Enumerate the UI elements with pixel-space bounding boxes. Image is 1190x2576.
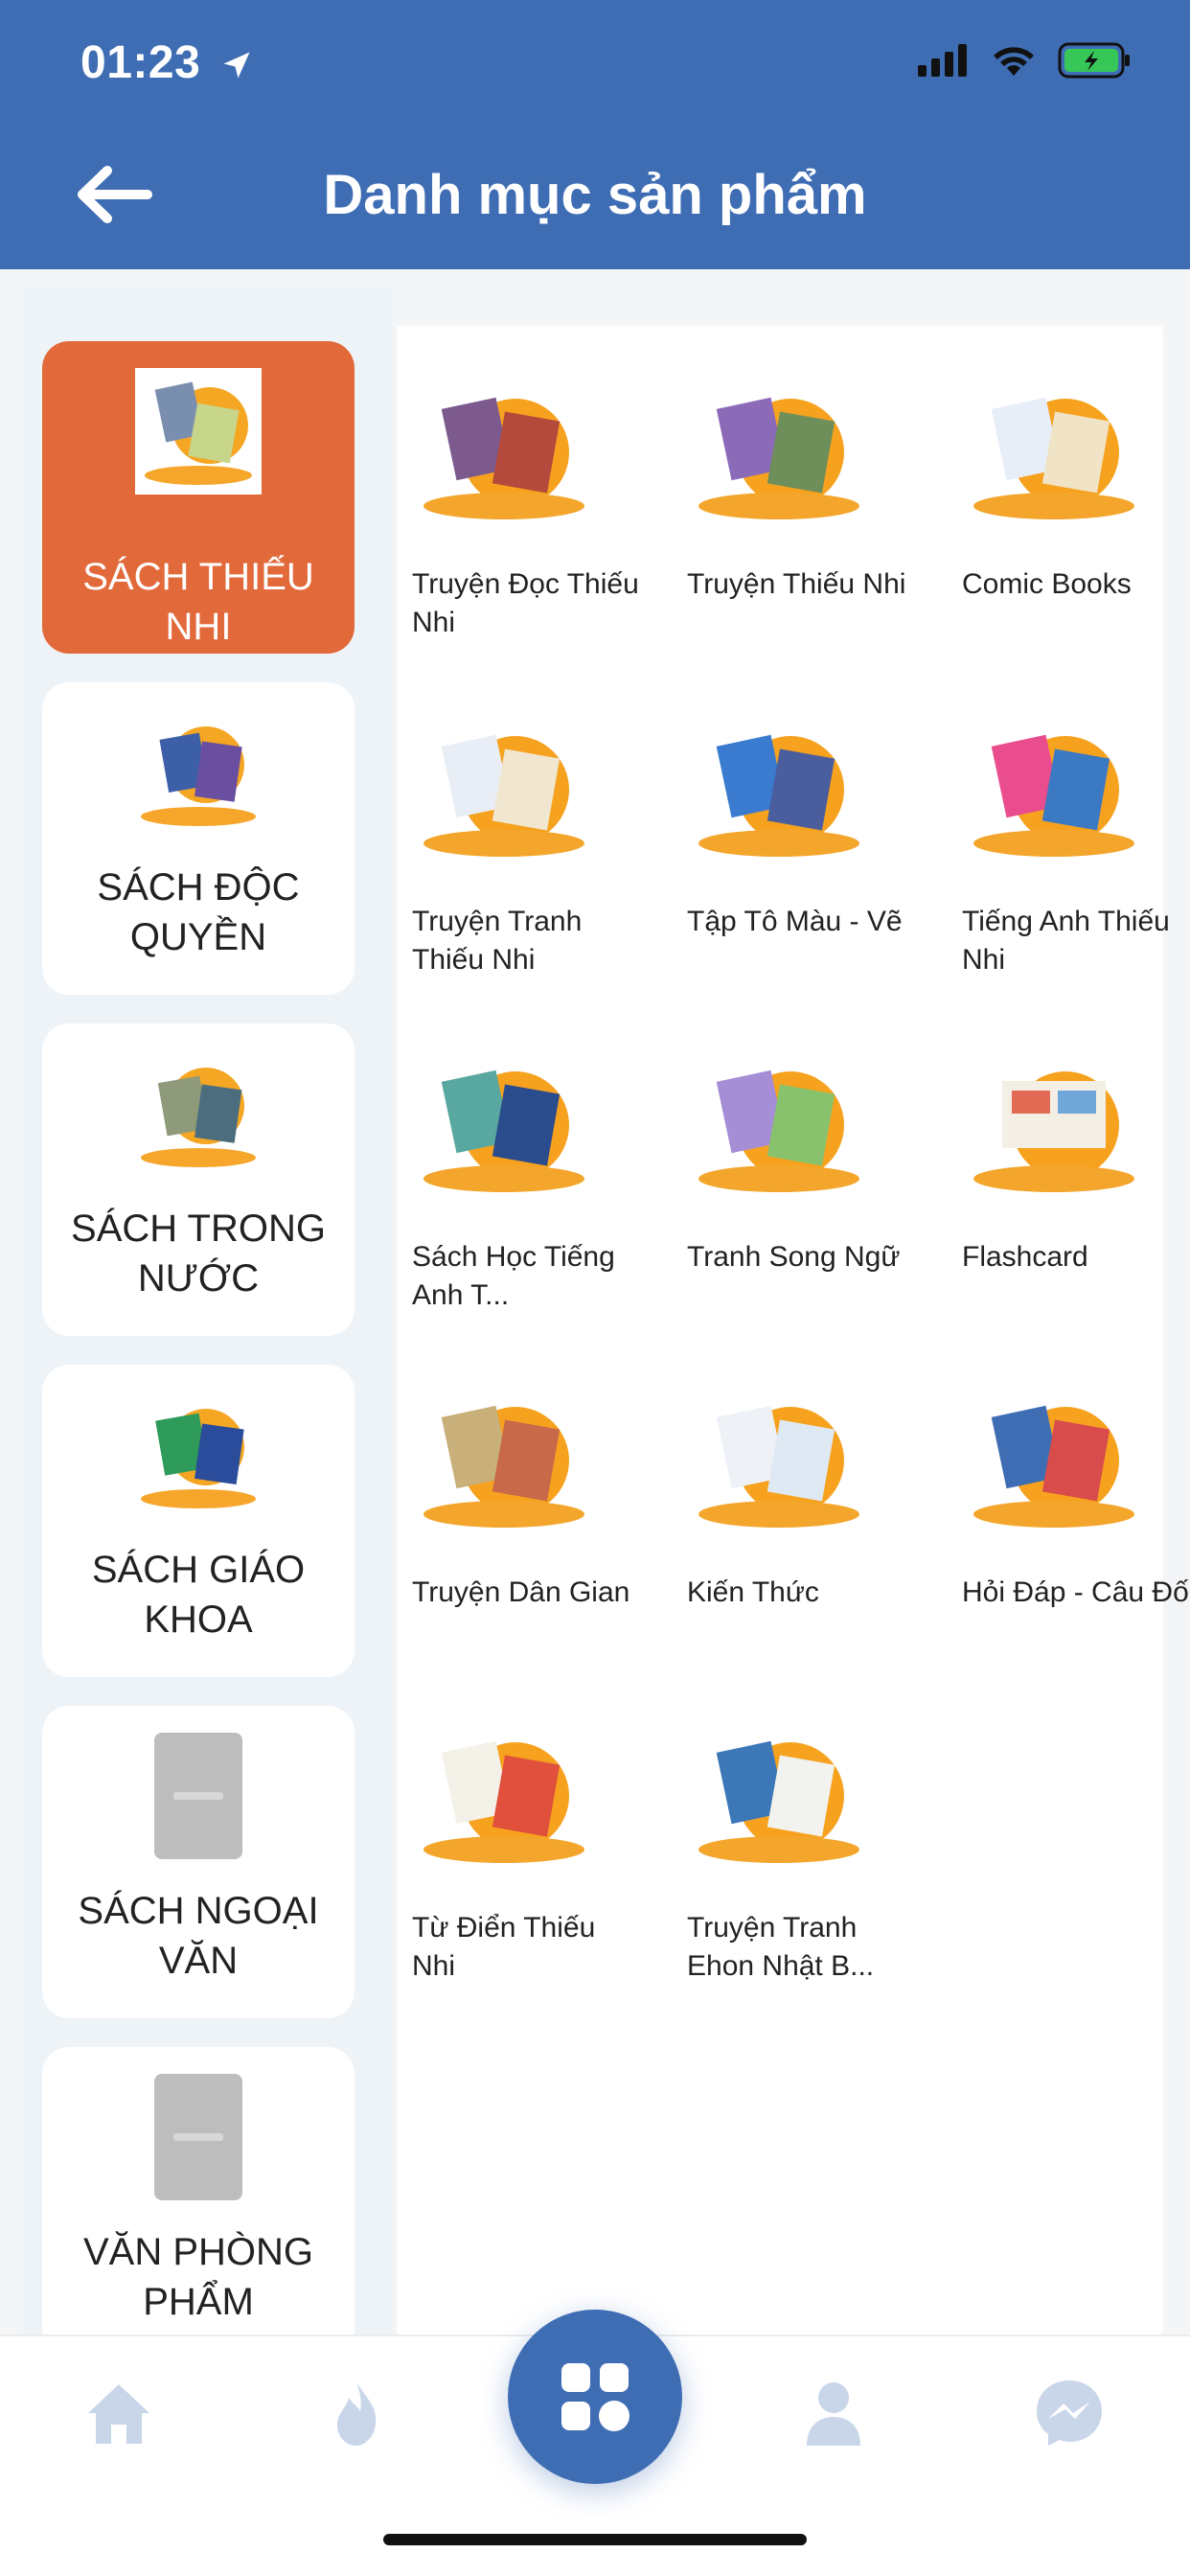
sidebar-item-sach-thieu-nhi[interactable]: SÁCH THIẾU NHI: [42, 341, 355, 654]
grid-item[interactable]: Truyện Tranh Thiếu Nhi: [397, 663, 636, 976]
subcategory-thumbnail: [423, 1070, 584, 1192]
grid-item-label: Comic Books: [962, 568, 1132, 600]
sidebar-item-label: SÁCH ĐỘC QUYỀN: [97, 866, 300, 958]
grid-item-label: Tiếng Anh Thiếu Nhi: [962, 906, 1170, 976]
categories-button[interactable]: [508, 2310, 682, 2484]
sidebar-item-sach-giao-khoa[interactable]: SÁCH GIÁO KHOA: [42, 1365, 355, 1677]
grid-item-label: Truyện Đọc Thiếu Nhi: [412, 568, 639, 638]
wifi-icon: [994, 47, 1034, 76]
grid-item[interactable]: Flashcard: [947, 999, 1186, 1305]
grid-item[interactable]: Tập Tô Màu - Vẽ: [672, 663, 911, 970]
sidebar-item-label: SÁCH GIÁO KHOA: [91, 1549, 306, 1641]
subcategory-thumbnail: [698, 1405, 859, 1528]
grid-item-label: Truyện Thiếu Nhi: [687, 568, 906, 600]
subcategory-grid: Truyện Đọc Thiếu Nhi Truyện Thiếu Nhi Co…: [397, 326, 1189, 2334]
grid-item-label: Hỏi Đáp - Câu Đố: [962, 1576, 1189, 1608]
category-sidebar[interactable]: SÁCH THIẾU NHI SÁCH ĐỘC QUYỀN SÁCH TRONG…: [23, 288, 393, 2334]
grid-item[interactable]: Truyện Đọc Thiếu Nhi: [397, 326, 639, 638]
grid-item[interactable]: Tiếng Anh Thiếu Nhi: [947, 663, 1186, 976]
category-thumbnail: [141, 1409, 256, 1508]
placeholder-image-icon: [154, 2074, 242, 2200]
home-icon: [88, 2384, 149, 2444]
grid-item-label: Sách Học Tiếng Anh T...: [412, 1241, 615, 1311]
grid-item-label: Truyện Tranh Thiếu Nhi: [412, 906, 583, 976]
location-arrow-icon: [223, 52, 250, 79]
subcategory-thumbnail: [698, 1070, 859, 1192]
nav-hot[interactable]: [318, 2375, 395, 2451]
sidebar-item-label: SÁCH NGOẠI VĂN: [78, 1890, 319, 1982]
page-title: Danh mục sản phẩm: [323, 164, 867, 226]
grid-item-label: Truyện Tranh Ehon Nhật B...: [687, 1912, 875, 1982]
app-header: 01:23 Danh mục sản phẩm: [0, 0, 1190, 269]
sidebar-item-sach-ngoai-van[interactable]: SÁCH NGOẠI VĂN: [42, 1706, 355, 2018]
subcategory-thumbnail: [423, 397, 584, 519]
grid-item[interactable]: Tranh Song Ngữ: [672, 999, 911, 1305]
subcategory-thumbnail: [698, 1740, 859, 1863]
signal-icon: [918, 44, 967, 77]
grid-icon: [561, 2363, 629, 2431]
subcategory-thumbnail: [698, 397, 859, 519]
fire-icon: [337, 2382, 377, 2446]
nav-home[interactable]: [80, 2375, 157, 2451]
sidebar-item-sach-doc-quyen[interactable]: SÁCH ĐỘC QUYỀN: [42, 682, 355, 995]
subcategory-thumbnail: [423, 1405, 584, 1528]
status-icons: [918, 42, 1133, 79]
grid-item-label: Tập Tô Màu - Vẽ: [687, 906, 903, 937]
grid-item[interactable]: Truyện Tranh Ehon Nhật B...: [672, 1669, 911, 1982]
sidebar-item-label: VĂN PHÒNG PHẨM: [82, 2231, 314, 2323]
grid-item[interactable]: Từ Điển Thiếu Nhi: [397, 1669, 636, 1982]
grid-item[interactable]: Truyện Thiếu Nhi: [672, 326, 911, 632]
user-icon: [807, 2382, 860, 2446]
grid-item[interactable]: Sách Học Tiếng Anh T...: [397, 999, 636, 1311]
category-thumbnail: [135, 368, 262, 494]
grid-item[interactable]: Hỏi Đáp - Câu Đố: [947, 1334, 1189, 1641]
grid-item-label: Từ Điển Thiếu Nhi: [412, 1912, 596, 1982]
grid-item-label: Tranh Song Ngữ: [687, 1241, 901, 1273]
messenger-icon: [1037, 2380, 1102, 2446]
home-indicator: [383, 2534, 807, 2545]
nav-messenger[interactable]: [1031, 2375, 1108, 2451]
subcategory-thumbnail: [973, 1405, 1134, 1528]
category-thumbnail: [141, 726, 256, 826]
subcategory-thumbnail: [423, 1740, 584, 1863]
sidebar-item-label: SÁCH TRONG NƯỚC: [71, 1208, 326, 1300]
subcategory-thumbnail: [698, 734, 859, 857]
grid-item-label: Flashcard: [962, 1241, 1088, 1273]
grid-item[interactable]: Comic Books: [947, 326, 1186, 632]
category-thumbnail: [141, 1068, 256, 1167]
battery-icon: [1058, 42, 1130, 79]
grid-item-label: Truyện Dân Gian: [412, 1576, 630, 1608]
nav-account[interactable]: [795, 2375, 872, 2451]
placeholder-image-icon: [154, 1733, 242, 1859]
sidebar-item-sach-trong-nuoc[interactable]: SÁCH TRONG NƯỚC: [42, 1024, 355, 1336]
status-time-text: 01:23: [80, 37, 201, 88]
sidebar-item-van-phong-pham[interactable]: VĂN PHÒNG PHẨM: [42, 2047, 355, 2334]
grid-item[interactable]: Truyện Dân Gian: [397, 1334, 636, 1641]
subcategory-thumbnail: [423, 734, 584, 857]
status-time: 01:23: [80, 36, 254, 89]
grid-item-label: Kiến Thức: [687, 1576, 819, 1608]
sidebar-item-label: SÁCH THIẾU NHI: [82, 556, 314, 648]
subcategory-thumbnail: [973, 397, 1134, 519]
subcategory-thumbnail: [973, 1071, 1134, 1192]
grid-item[interactable]: Kiến Thức: [672, 1334, 911, 1641]
subcategory-thumbnail: [973, 734, 1134, 857]
